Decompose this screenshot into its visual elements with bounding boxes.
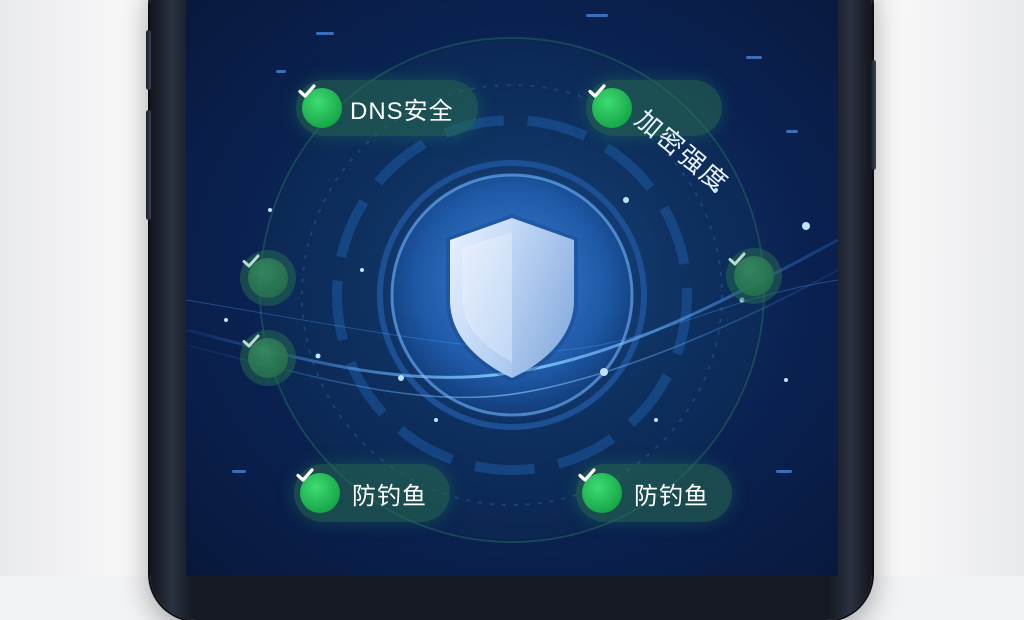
check-icon xyxy=(296,468,340,513)
dns-security-badge: DNS安全 xyxy=(296,80,478,136)
anti-phishing-badge-right: 防钓鱼 xyxy=(576,464,732,522)
anti-phishing-label-left: 防钓鱼 xyxy=(352,482,427,510)
dns-security-label: DNS安全 xyxy=(350,97,454,125)
phone-screen: DNS安全 加密强度 防钓鱼 防钓鱼 xyxy=(186,0,838,576)
side-check-badge xyxy=(240,330,296,386)
anti-phishing-label-right: 防钓鱼 xyxy=(634,482,709,510)
side-check-badge xyxy=(726,248,782,304)
check-icon xyxy=(578,468,622,513)
check-icon xyxy=(588,84,632,128)
phone-side-button xyxy=(146,110,151,220)
check-icon xyxy=(728,252,774,296)
check-icon xyxy=(298,84,342,128)
side-check-badge xyxy=(240,250,296,306)
phone-power-button xyxy=(871,60,876,170)
check-icon xyxy=(242,334,288,378)
phone-volume-button xyxy=(146,30,151,90)
anti-phishing-badge-left: 防钓鱼 xyxy=(294,464,450,522)
check-icon xyxy=(242,254,288,298)
